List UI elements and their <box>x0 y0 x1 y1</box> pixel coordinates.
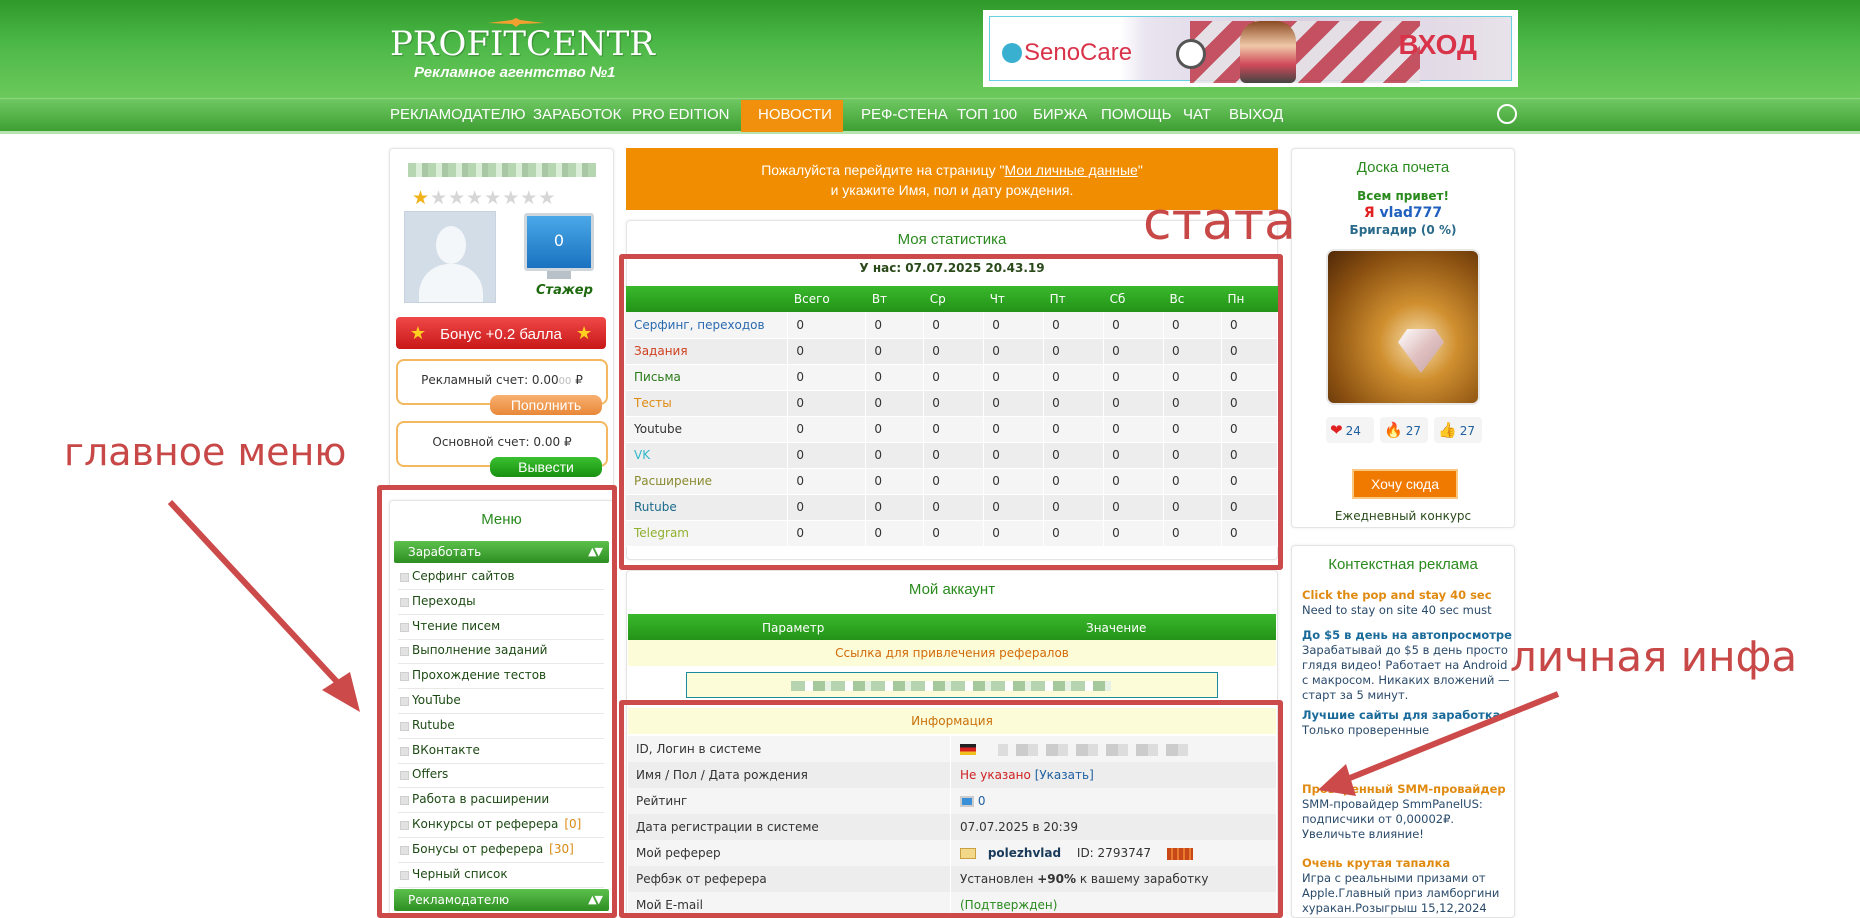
ref-link-label: Ссылка для привлечения рефералов <box>628 640 1276 666</box>
nav-help[interactable]: ПОМОЩЬ <box>1101 106 1172 123</box>
user-panel: ★★★★★★★★ 0 Стажер ★ Бонус +0.2 балла ★ Р… <box>389 148 614 488</box>
context-ads-title: Контекстная реклама <box>1328 556 1478 573</box>
annotation-stats: стата <box>1143 192 1296 252</box>
arrow-to-menu <box>167 499 355 701</box>
site-header: PROFITCENTR Рекламное агентство №1 SenoC… <box>0 0 1860 98</box>
banner-login-text: ВХОД <box>1398 29 1477 60</box>
stats-highlight <box>619 254 1283 570</box>
username-blurred <box>408 163 596 177</box>
honor-title: Доска почета <box>1356 159 1450 176</box>
nav-earnings[interactable]: ЗАРАБОТОК <box>533 106 621 123</box>
context-ad[interactable]: Очень крутая тапалка Игра с реальными при… <box>1302 856 1512 916</box>
reaction-heart[interactable]: ❤ 24 <box>1326 417 1374 443</box>
param-header: Параметр <box>762 621 825 635</box>
daily-contest-link[interactable]: Ежедневный конкурс <box>1292 509 1514 523</box>
site-logo[interactable]: PROFITCENTR <box>390 24 655 64</box>
honor-greeting: Всем привет! <box>1357 189 1449 203</box>
toggle-knob-icon <box>1176 39 1206 69</box>
arrow-head-menu-icon <box>322 672 360 712</box>
honor-rank: Бригадир (0 %) <box>1349 223 1457 237</box>
ad-title[interactable]: До $5 в день на автопросмотре <box>1302 628 1512 643</box>
account-title: Мой аккаунт <box>908 581 996 598</box>
honor-diamond-image[interactable] <box>1326 249 1480 405</box>
star-icon: ★ <box>576 323 593 343</box>
language-globe-icon[interactable] <box>1497 104 1517 124</box>
star-icon: ★ <box>538 187 557 209</box>
ad-text: SMM-провайдер SmmPanelUS: подписчики от … <box>1302 797 1483 841</box>
senocare-logo-icon <box>1002 43 1022 63</box>
currency-symbol: ₽ <box>563 435 572 449</box>
fire-icon: 🔥 <box>1384 421 1403 439</box>
nav-pro-edition[interactable]: PRO EDITION <box>632 106 730 123</box>
honor-username[interactable]: vlad777 <box>1380 205 1443 221</box>
top-up-button[interactable]: Пополнить <box>490 395 602 415</box>
ad-title[interactable]: Очень крутая тапалка <box>1302 856 1512 871</box>
nav-top100[interactable]: ТОП 100 <box>957 106 1017 123</box>
site-slogan: Рекламное агентство №1 <box>414 64 616 81</box>
ref-link-field[interactable] <box>686 672 1218 698</box>
ad-banner[interactable]: SenoCare ВХОД <box>983 10 1518 87</box>
reaction-fire[interactable]: 🔥 27 <box>1380 417 1428 443</box>
ad-account-label: Рекламный счет: 0.00 <box>421 373 559 387</box>
context-ads-panel: Контекстная реклама Click the pop and st… <box>1291 545 1515 918</box>
annotation-main-menu: главное меню <box>64 430 347 474</box>
ad-text: Игра с реальными призами от Apple.Главны… <box>1302 871 1500 915</box>
heart-icon: ❤ <box>1330 421 1343 439</box>
nav-exchange[interactable]: БИРЖА <box>1033 106 1087 123</box>
honor-board: Доска почета Всем привет! Я vlad777 Бриг… <box>1291 148 1515 528</box>
main-account-label: Основной счет: 0.00 <box>432 435 561 449</box>
monitor-icon: 0 <box>524 213 594 271</box>
user-rank: Стажер <box>536 283 593 298</box>
want-here-button[interactable]: Хочу сюда <box>1352 469 1458 499</box>
diamond-icon <box>1398 329 1444 373</box>
banner-person-image <box>1240 21 1296 83</box>
nav-news[interactable]: НОВОСТИ <box>758 106 832 123</box>
ad-title[interactable]: Лучшие сайты для заработка <box>1302 708 1512 723</box>
nav-ref-wall[interactable]: РЕФ-СТЕНА <box>861 106 948 123</box>
star-icon: ★ <box>520 187 539 209</box>
ad-account-box: Рекламный счет: 0.0000 ₽ Пополнить <box>396 359 608 415</box>
context-ad[interactable]: Проверенный SMM-провайдер SMM-провайдер S… <box>1302 782 1512 842</box>
star-icon: ★ <box>412 187 431 209</box>
star-icon: ★ <box>430 187 449 209</box>
ad-text: Зарабатывай до $5 в день просто глядя ви… <box>1302 643 1510 702</box>
ad-account-small: 00 <box>558 376 572 387</box>
context-ad[interactable]: До $5 в день на автопросмотре Зарабатывай… <box>1302 628 1512 703</box>
rating-stars: ★★★★★★★★ <box>412 187 556 209</box>
withdraw-button[interactable]: Вывести <box>490 457 602 477</box>
star-icon: ★ <box>502 187 521 209</box>
star-icon: ★ <box>409 323 426 343</box>
banner-brand: SenoCare <box>1024 39 1133 66</box>
ad-text: Только проверенные <box>1302 723 1430 737</box>
ad-text: Need to stay on site 40 sec must <box>1302 603 1492 617</box>
context-ad[interactable]: Лучшие сайты для заработка Только провере… <box>1302 708 1512 738</box>
main-menu-highlight <box>377 485 617 918</box>
avatar[interactable] <box>404 211 496 303</box>
bonus-button[interactable]: ★ Бонус +0.2 балла ★ <box>396 317 606 349</box>
personal-info-highlight <box>619 700 1283 918</box>
annotation-personal-info: личная инфа <box>1510 632 1798 681</box>
main-account-box: Основной счет: 0.00 ₽ Вывести <box>396 421 608 477</box>
personal-data-link[interactable]: Мои личные данные <box>1004 162 1137 178</box>
nav-chat[interactable]: ЧАТ <box>1183 106 1211 123</box>
ad-title[interactable]: Проверенный SMM-провайдер <box>1302 782 1512 797</box>
context-ad[interactable]: Click the pop and stay 40 sec Need to sta… <box>1302 588 1512 618</box>
reaction-thumbs-up[interactable]: 👍 27 <box>1434 417 1482 443</box>
nav-advertiser[interactable]: РЕКЛАМОДАТЕЛЮ <box>390 106 526 123</box>
star-icon: ★ <box>484 187 503 209</box>
thumbs-up-icon: 👍 <box>1438 421 1457 439</box>
bonus-label: Бонус +0.2 балла <box>440 326 562 343</box>
ad-title[interactable]: Click the pop and stay 40 sec <box>1302 588 1512 603</box>
star-icon: ★ <box>466 187 485 209</box>
star-icon: ★ <box>448 187 467 209</box>
value-header: Значение <box>1086 621 1147 635</box>
account-table-header: Параметр Значение <box>628 614 1276 640</box>
currency-symbol: ₽ <box>575 373 583 387</box>
nav-logout[interactable]: ВЫХОД <box>1229 106 1283 123</box>
